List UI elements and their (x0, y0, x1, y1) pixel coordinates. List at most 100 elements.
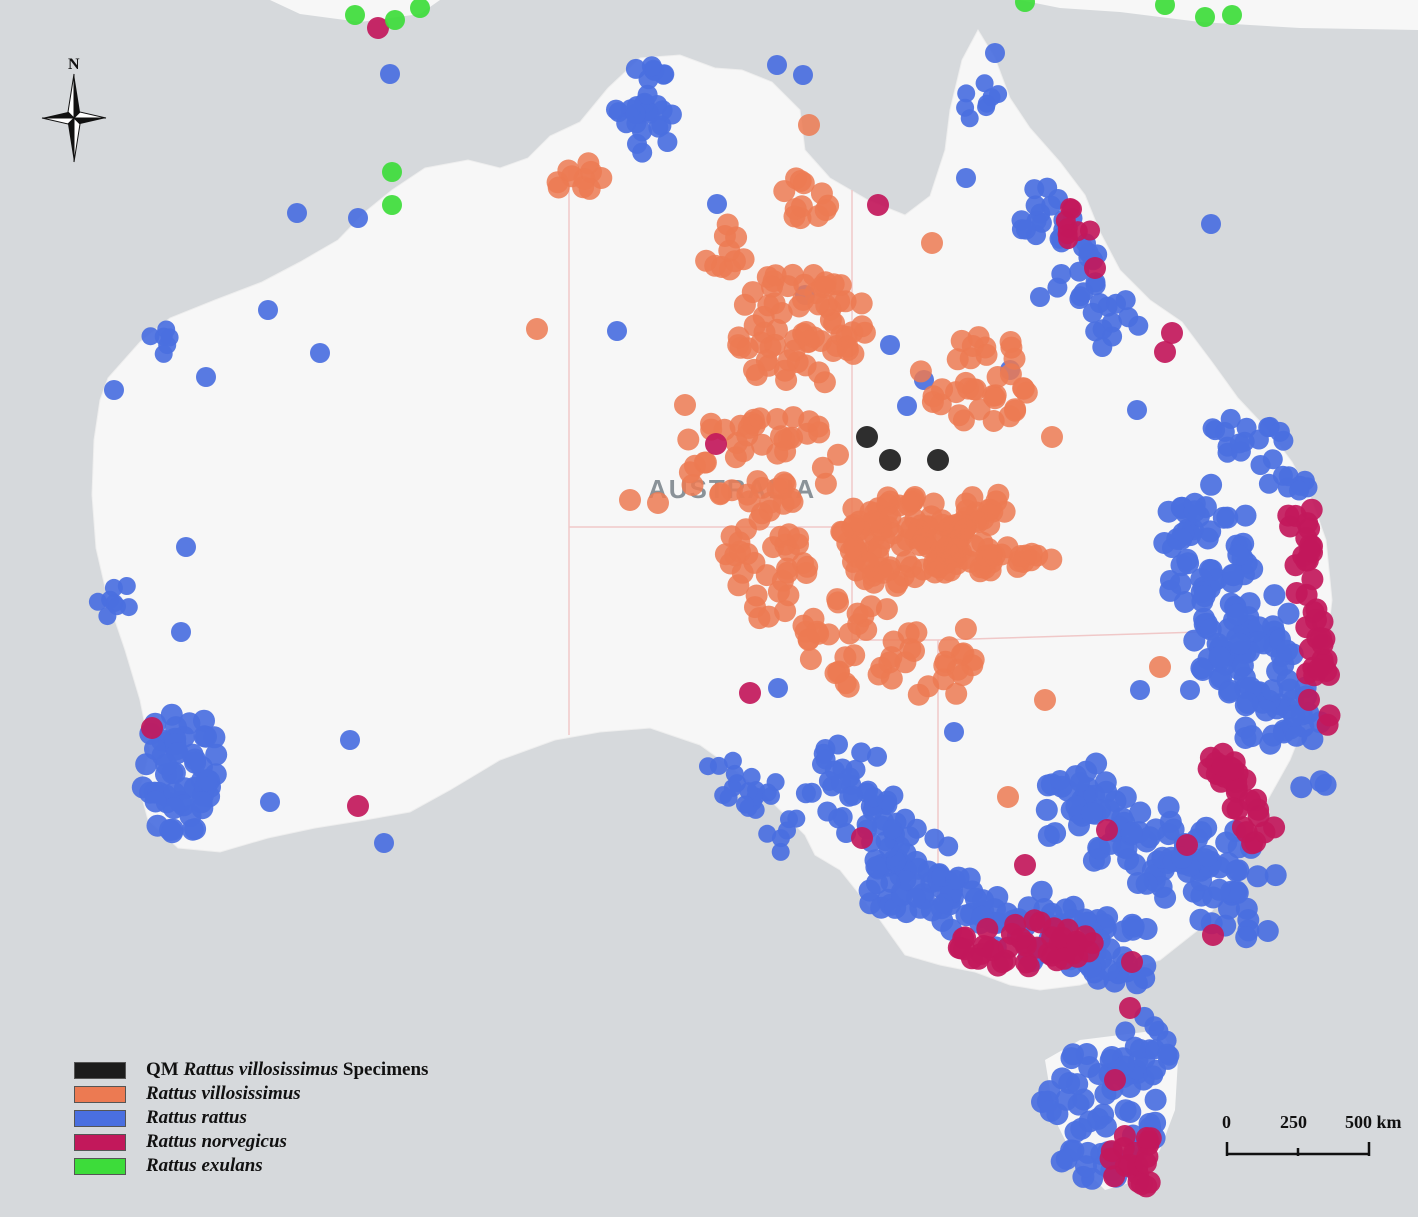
occurrence-point-rattus (771, 842, 790, 861)
occurrence-point-villosissimus (716, 213, 739, 236)
occurrence-point-exulans (382, 162, 402, 182)
occurrence-point-villosissimus (755, 564, 778, 587)
occurrence-point-villosissimus (964, 378, 987, 401)
occurrence-point-rattus (1222, 564, 1245, 587)
legend-swatch-qm (74, 1061, 126, 1079)
occurrence-point-villosissimus (909, 360, 932, 383)
occurrence-point-norvegicus (1135, 1127, 1158, 1149)
occurrence-point-rattus (1127, 400, 1147, 420)
occurrence-point-rattus (1276, 669, 1299, 692)
occurrence-point-rattus (1050, 1150, 1073, 1173)
occurrence-point-villosissimus (1041, 426, 1063, 448)
occurrence-point-norvegicus (1298, 688, 1320, 711)
occurrence-point-norvegicus (1023, 909, 1046, 932)
occurrence-point-rattus (1273, 430, 1294, 451)
occurrence-point-villosissimus (751, 433, 773, 456)
occurrence-point-rattus (144, 790, 167, 813)
occurrence-point-rattus (1114, 786, 1137, 809)
legend-item-qm: QM Rattus villosissimus Specimens (74, 1058, 428, 1082)
legend-swatch-norvegicus (74, 1133, 126, 1151)
occurrence-point-rattus (768, 678, 788, 698)
occurrence-point-villosissimus (954, 618, 977, 640)
occurrence-point-norvegicus (994, 949, 1017, 972)
occurrence-point-rattus (104, 578, 123, 597)
occurrence-point-norvegicus (851, 827, 873, 849)
occurrence-point-villosissimus (922, 492, 945, 515)
occurrence-point-rattus (1234, 716, 1257, 739)
occurrence-point-rattus (845, 759, 866, 780)
occurrence-point-villosissimus (987, 483, 1010, 506)
occurrence-point-villosissimus (841, 321, 864, 344)
occurrence-point-rattus (625, 103, 646, 124)
occurrence-point-norvegicus (1060, 198, 1081, 218)
legend-swatch-rattus (74, 1109, 126, 1127)
occurrence-point-villosissimus (1149, 656, 1171, 678)
occurrence-point-norvegicus (705, 433, 727, 455)
occurrence-point-villosissimus (674, 394, 696, 416)
occurrence-point-rattus (260, 792, 280, 812)
scale-bar: 0 250 500 km (1218, 1112, 1402, 1162)
occurrence-point-norvegicus (1316, 713, 1339, 736)
legend-item-exulans: Rattus exulans (74, 1154, 428, 1178)
occurrence-point-villosissimus (843, 644, 866, 667)
occurrence-point-rattus (176, 537, 196, 557)
occurrence-point-villosissimus (798, 114, 820, 136)
legend-label-exulans: Rattus exulans (146, 1155, 263, 1177)
occurrence-point-norvegicus (1112, 1137, 1135, 1159)
occurrence-point-villosissimus (781, 263, 804, 286)
occurrence-point-villosissimus (950, 524, 973, 547)
occurrence-point-rattus (956, 168, 976, 188)
occurrence-point-villosissimus (807, 415, 830, 438)
occurrence-point-villosissimus (745, 584, 768, 607)
occurrence-point-rattus (924, 828, 945, 849)
north-arrow: N (40, 56, 110, 166)
occurrence-point-rattus (699, 757, 717, 776)
occurrence-point-rattus (161, 821, 184, 844)
occurrence-point-norvegicus (1277, 504, 1300, 527)
occurrence-point-rattus (1263, 584, 1286, 607)
occurrence-point-exulans (385, 10, 405, 30)
legend-label-rattus: Rattus rattus (146, 1107, 247, 1129)
occurrence-point-villosissimus (724, 544, 747, 567)
occurrence-point-villosissimus (827, 591, 849, 614)
occurrence-point-rattus (956, 98, 975, 117)
occurrence-point-villosissimus (950, 643, 973, 666)
occurrence-point-rattus (780, 810, 798, 829)
occurrence-point-rattus (1094, 1115, 1117, 1138)
occurrence-point-rattus (897, 396, 917, 416)
occurrence-point-villosissimus (759, 336, 782, 359)
occurrence-point-villosissimus (885, 574, 908, 597)
occurrence-point-rattus (985, 43, 1005, 63)
occurrence-point-rattus (1202, 418, 1223, 439)
occurrence-point-villosissimus (903, 640, 925, 662)
occurrence-point-villosissimus (748, 607, 771, 630)
occurrence-point-rattus (982, 88, 1001, 107)
occurrence-point-norvegicus (1309, 627, 1332, 650)
occurrence-point-villosissimus (998, 405, 1021, 428)
occurrence-point-rattus (258, 300, 278, 320)
occurrence-point-rattus (714, 786, 733, 805)
occurrence-point-norvegicus (1154, 341, 1176, 363)
legend-item-villosissimus: Rattus villosissimus (74, 1082, 428, 1106)
occurrence-point-rattus (1228, 632, 1251, 655)
occurrence-point-rattus (205, 743, 228, 766)
occurrence-point-villosissimus (984, 387, 1006, 410)
occurrence-point-rattus (374, 833, 394, 853)
occurrence-point-norvegicus (1134, 1152, 1157, 1175)
occurrence-point-villosissimus (1009, 545, 1032, 567)
occurrence-point-rattus (637, 84, 658, 105)
occurrence-point-villosissimus (750, 502, 773, 525)
occurrence-point-rattus (1085, 752, 1108, 775)
occurrence-point-villosissimus (526, 318, 548, 340)
occurrence-point-villosissimus (955, 499, 978, 522)
occurrence-point-exulans (1222, 5, 1242, 25)
occurrence-point-villosissimus (864, 560, 887, 583)
occurrence-point-rattus (310, 343, 330, 363)
scale-bar-line (1225, 1142, 1371, 1156)
occurrence-point-rattus (1130, 680, 1150, 700)
occurrence-point-rattus (88, 592, 107, 611)
legend-item-norvegicus: Rattus norvegicus (74, 1130, 428, 1154)
occurrence-point-villosissimus (904, 486, 926, 508)
occurrence-point-villosissimus (945, 682, 968, 705)
occurrence-point-rattus (813, 743, 834, 764)
